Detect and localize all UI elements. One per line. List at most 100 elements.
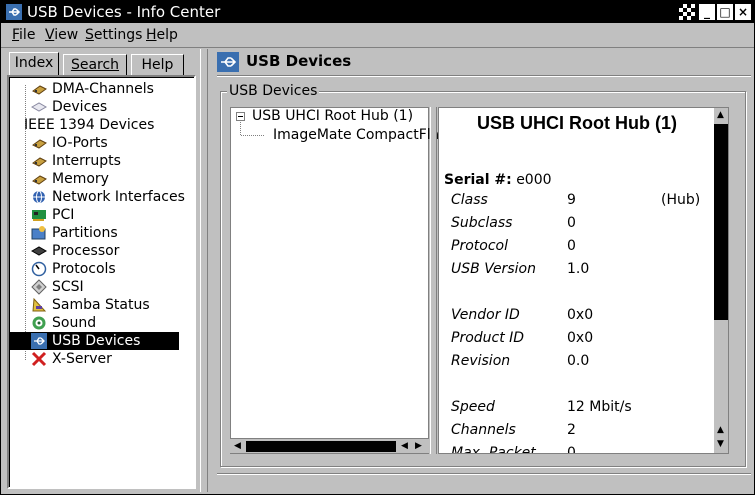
scsi-icon <box>31 279 47 295</box>
info-key: Protocol <box>451 238 508 254</box>
tab-help-label: Help <box>141 57 174 73</box>
info-extra: (Hub) <box>661 192 701 208</box>
menu-bar: File View Settings Help <box>1 24 754 48</box>
index-item-x-server[interactable]: X-Server <box>9 350 179 368</box>
close-icon: × <box>737 5 749 19</box>
index-item-label: Interrupts <box>52 153 121 169</box>
scroll-left-icon[interactable]: ◀ <box>398 440 411 453</box>
index-item-label: DMA-Channels <box>52 81 154 97</box>
vertical-scrollbar[interactable]: ▲ ▲ ▼ <box>714 108 728 453</box>
usb-icon <box>31 333 47 349</box>
index-item-usb-devices[interactable]: USB Devices <box>9 332 179 350</box>
index-tree[interactable]: DMA-Channels Devices IEEE 1394 Devices I… <box>7 75 196 489</box>
inner-splitter[interactable] <box>430 107 437 454</box>
index-item-processor[interactable]: Processor <box>9 242 179 260</box>
tree-connector <box>240 122 264 136</box>
index-item-samba-status[interactable]: Samba Status <box>9 296 179 314</box>
network-icon <box>33 190 45 204</box>
usb-device-tree[interactable]: USB UHCI Root Hub (1) ImageMate CompactF… <box>230 107 447 454</box>
info-value: 0x0 <box>567 330 594 346</box>
index-item-partitions[interactable]: Partitions <box>9 224 179 242</box>
minimize-icon: _ <box>704 5 710 19</box>
info-key: Subclass <box>451 215 513 231</box>
tab-search[interactable]: Search <box>63 54 127 75</box>
index-item-dma-channels[interactable]: DMA-Channels <box>9 80 179 98</box>
index-item-label: Network Interfaces <box>52 189 185 205</box>
info-key: Vendor ID <box>451 307 520 323</box>
x-server-icon <box>31 351 47 367</box>
tree-node-imagemate[interactable]: ImageMate CompactFlas <box>273 127 447 143</box>
serial-line: Serial #: e000 <box>444 172 552 188</box>
index-item-label: SCSI <box>52 279 84 295</box>
horizontal-scrollbar[interactable]: ◀ ◀ ▶ <box>230 438 429 453</box>
tree-node-root-hub[interactable]: USB UHCI Root Hub (1) <box>252 108 413 124</box>
index-item-ieee-1394[interactable]: IEEE 1394 Devices <box>9 116 179 134</box>
close-button[interactable]: × <box>735 4 751 20</box>
index-item-label: Memory <box>52 171 109 187</box>
menu-help-mnemonic: H <box>146 27 157 43</box>
index-item-network-interfaces[interactable]: Network Interfaces <box>9 188 185 206</box>
scroll-thumb[interactable] <box>246 441 396 452</box>
window-title: USB Devices - Info Center <box>27 3 221 21</box>
index-item-label: Processor <box>52 243 120 259</box>
tab-search-label: Search <box>70 57 120 73</box>
index-item-sound[interactable]: Sound <box>9 314 179 332</box>
usb-app-icon <box>6 4 22 20</box>
info-value: 2 <box>567 422 576 438</box>
panel-splitter[interactable] <box>200 49 208 492</box>
maximize-button[interactable]: □ <box>717 4 733 20</box>
menu-settings-label: ettings <box>93 27 143 43</box>
info-key: USB Version <box>451 261 536 277</box>
minimize-button[interactable]: _ <box>699 4 715 20</box>
index-item-label: Samba Status <box>52 297 150 313</box>
scroll-down-icon[interactable]: ▼ <box>714 438 727 451</box>
tab-help[interactable]: Help <box>131 54 184 75</box>
info-key: Revision <box>451 353 511 369</box>
info-key: Channels <box>451 422 516 438</box>
checker-icon[interactable] <box>679 4 695 20</box>
scroll-right-icon[interactable]: ▶ <box>412 440 425 453</box>
index-item-scsi[interactable]: SCSI <box>9 278 179 296</box>
tab-index[interactable]: Index <box>9 52 59 76</box>
page-title: USB Devices <box>246 52 352 70</box>
index-item-label: Protocols <box>52 261 116 277</box>
title-bar[interactable]: USB Devices - Info Center _ □ × <box>1 1 754 23</box>
scroll-left-icon[interactable]: ◀ <box>231 440 244 453</box>
index-item-interrupts[interactable]: Interrupts <box>9 152 179 170</box>
partitions-icon <box>31 226 46 240</box>
info-value: 1.0 <box>567 261 590 277</box>
processor-icon <box>31 246 47 256</box>
info-key: Speed <box>451 399 495 415</box>
index-item-protocols[interactable]: Protocols <box>9 260 179 278</box>
memory-chip-icon <box>32 157 47 167</box>
menu-file[interactable]: File <box>12 27 35 43</box>
index-item-label: USB Devices <box>52 333 141 349</box>
menu-view-label: iew <box>54 27 79 43</box>
usb-header-icon <box>217 52 239 72</box>
menu-view[interactable]: View <box>45 27 78 43</box>
device-title: USB UHCI Root Hub (1) <box>477 113 677 133</box>
info-value: 0.0 <box>567 353 590 369</box>
device-icon <box>31 102 47 112</box>
scroll-up-icon[interactable]: ▲ <box>714 424 727 437</box>
samba-icon <box>32 297 47 312</box>
menu-file-mnemonic: F <box>12 27 20 43</box>
scroll-thumb[interactable] <box>714 124 728 320</box>
info-value: 0 <box>567 445 576 454</box>
index-item-pci[interactable]: PCI <box>9 206 179 224</box>
menu-settings[interactable]: Settings <box>85 27 142 43</box>
index-item-label: PCI <box>52 207 75 223</box>
memory-chip-icon <box>32 85 47 95</box>
menu-help[interactable]: Help <box>146 27 178 43</box>
info-value: 0 <box>567 215 576 231</box>
info-value: 12 Mbit/s <box>567 399 632 415</box>
index-item-io-ports[interactable]: IO-Ports <box>9 134 179 152</box>
scroll-up-icon[interactable]: ▲ <box>714 109 727 122</box>
index-item-devices[interactable]: Devices <box>9 98 179 116</box>
device-info-pane: USB UHCI Root Hub (1) Serial #: e000 Cla… <box>438 107 729 454</box>
collapse-icon[interactable] <box>236 112 246 122</box>
group-title: USB Devices <box>227 83 320 99</box>
info-key: Class <box>451 192 488 208</box>
menu-file-label: ile <box>19 27 36 43</box>
index-item-memory[interactable]: Memory <box>9 170 179 188</box>
